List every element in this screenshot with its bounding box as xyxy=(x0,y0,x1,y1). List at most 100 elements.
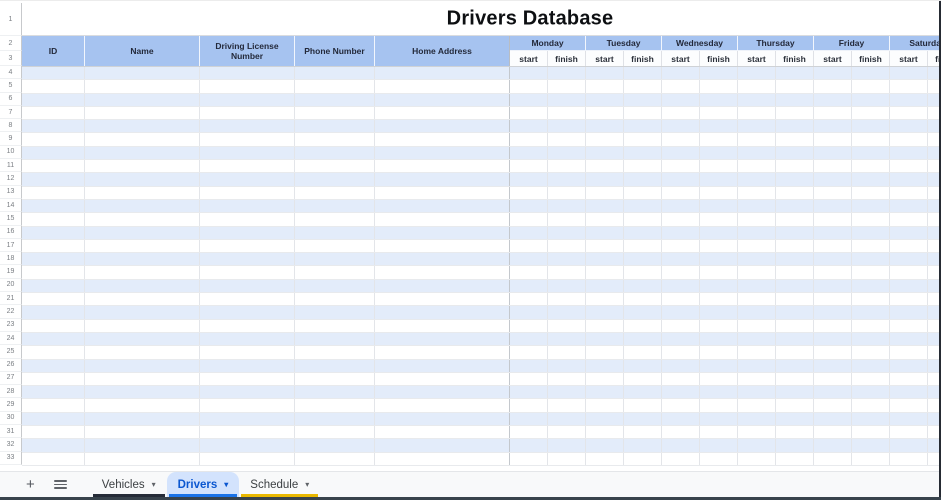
cell[interactable] xyxy=(510,93,548,106)
row-header[interactable]: 17 xyxy=(0,238,22,253)
row-header[interactable]: 2 xyxy=(0,36,22,51)
row-header[interactable]: 11 xyxy=(0,159,22,173)
cell[interactable] xyxy=(586,452,624,465)
cell[interactable] xyxy=(852,412,890,426)
cell[interactable] xyxy=(738,173,776,186)
cell[interactable] xyxy=(295,213,375,226)
cell[interactable] xyxy=(890,426,928,439)
cell[interactable] xyxy=(890,93,928,106)
cell[interactable] xyxy=(700,226,738,239)
cell[interactable] xyxy=(85,426,200,439)
cell[interactable] xyxy=(662,186,700,199)
cell[interactable] xyxy=(85,319,200,332)
cell[interactable] xyxy=(295,133,375,146)
cell[interactable] xyxy=(586,93,624,106)
cell[interactable] xyxy=(375,67,510,80)
cell[interactable] xyxy=(200,160,295,173)
cell[interactable] xyxy=(85,80,200,93)
cell[interactable] xyxy=(586,173,624,186)
cell[interactable] xyxy=(510,239,548,253)
cell[interactable] xyxy=(200,332,295,346)
cell[interactable] xyxy=(375,226,510,239)
row-header[interactable]: 3 xyxy=(0,51,22,66)
cell[interactable] xyxy=(852,226,890,239)
cell[interactable] xyxy=(700,93,738,106)
cell[interactable] xyxy=(200,106,295,120)
cell[interactable] xyxy=(22,146,85,160)
cell[interactable] xyxy=(662,319,700,332)
cell[interactable] xyxy=(22,186,85,199)
cell[interactable] xyxy=(586,266,624,279)
cell[interactable] xyxy=(852,346,890,359)
cell[interactable] xyxy=(200,67,295,80)
cell[interactable] xyxy=(85,239,200,253)
cell[interactable] xyxy=(295,67,375,80)
cell[interactable] xyxy=(814,439,852,452)
column-header-start[interactable]: start xyxy=(814,51,852,66)
cell[interactable] xyxy=(295,186,375,199)
cell[interactable] xyxy=(738,412,776,426)
cell[interactable] xyxy=(586,426,624,439)
row-header[interactable]: 4 xyxy=(0,66,22,80)
row-header[interactable]: 15 xyxy=(0,212,22,226)
cell[interactable] xyxy=(624,146,662,160)
cell[interactable] xyxy=(510,106,548,120)
cell[interactable] xyxy=(200,386,295,399)
cell[interactable] xyxy=(586,332,624,346)
cell[interactable] xyxy=(22,372,85,386)
cell[interactable] xyxy=(375,332,510,346)
row-header[interactable]: 20 xyxy=(0,278,22,293)
cell[interactable] xyxy=(890,279,928,293)
cell[interactable] xyxy=(510,399,548,412)
cell[interactable] xyxy=(586,386,624,399)
cell[interactable] xyxy=(814,426,852,439)
cell[interactable] xyxy=(700,279,738,293)
cell[interactable] xyxy=(586,346,624,359)
cell[interactable] xyxy=(776,226,814,239)
cell[interactable] xyxy=(700,266,738,279)
cell[interactable] xyxy=(510,133,548,146)
cell[interactable] xyxy=(738,306,776,319)
cell[interactable] xyxy=(814,253,852,266)
cell[interactable] xyxy=(200,213,295,226)
cell[interactable] xyxy=(85,306,200,319)
cell[interactable] xyxy=(700,133,738,146)
cell[interactable] xyxy=(510,67,548,80)
cell[interactable] xyxy=(852,173,890,186)
cell[interactable] xyxy=(375,319,510,332)
cell[interactable] xyxy=(852,120,890,133)
cell[interactable] xyxy=(85,253,200,266)
cell[interactable] xyxy=(510,439,548,452)
cell[interactable] xyxy=(738,199,776,213)
cell[interactable] xyxy=(200,306,295,319)
cell[interactable] xyxy=(662,372,700,386)
cell[interactable] xyxy=(814,279,852,293)
cell[interactable] xyxy=(624,439,662,452)
cell[interactable] xyxy=(85,226,200,239)
cell[interactable] xyxy=(548,372,586,386)
cell[interactable] xyxy=(586,306,624,319)
cell[interactable] xyxy=(375,146,510,160)
row-header[interactable]: 29 xyxy=(0,398,22,412)
cell[interactable] xyxy=(200,120,295,133)
cell[interactable] xyxy=(548,266,586,279)
cell[interactable] xyxy=(295,359,375,372)
cell[interactable] xyxy=(700,346,738,359)
cell[interactable] xyxy=(510,173,548,186)
cell[interactable] xyxy=(22,386,85,399)
cell[interactable] xyxy=(548,346,586,359)
cell[interactable] xyxy=(662,452,700,465)
cell[interactable] xyxy=(200,266,295,279)
cell[interactable] xyxy=(814,306,852,319)
cell[interactable] xyxy=(662,293,700,306)
cell[interactable] xyxy=(776,319,814,332)
cell[interactable] xyxy=(662,306,700,319)
cell[interactable] xyxy=(852,293,890,306)
cell[interactable] xyxy=(85,160,200,173)
cell[interactable] xyxy=(22,319,85,332)
row-header[interactable]: 19 xyxy=(0,265,22,279)
cell[interactable] xyxy=(890,452,928,465)
cell[interactable] xyxy=(22,213,85,226)
cell[interactable] xyxy=(624,226,662,239)
cell[interactable] xyxy=(776,213,814,226)
